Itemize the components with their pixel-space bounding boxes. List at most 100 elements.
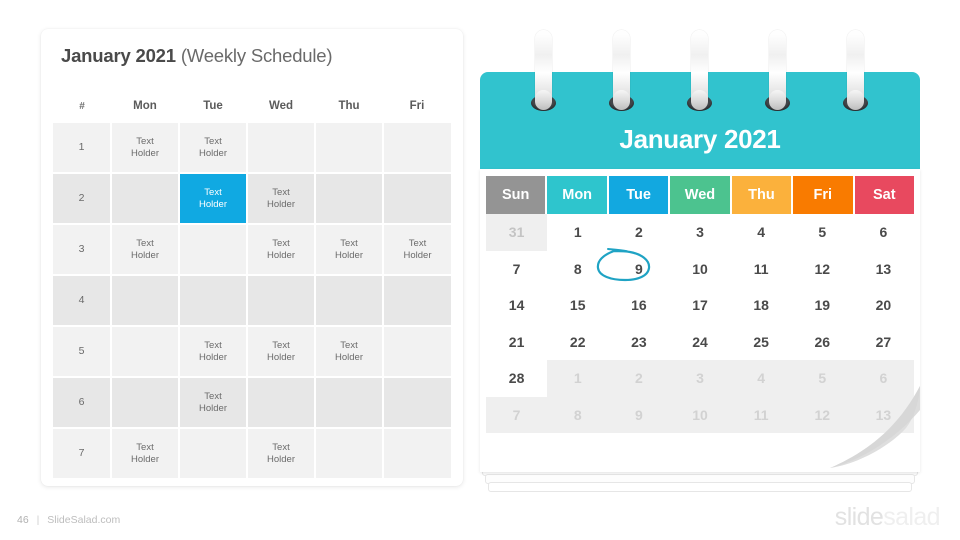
calendar-date-cell[interactable]: 1 <box>547 214 608 251</box>
calendar-date-cell[interactable]: 21 <box>486 324 547 361</box>
calendar-date-cell[interactable]: 20 <box>853 287 914 324</box>
calendar-date-cell[interactable]: 6 <box>853 214 914 251</box>
schedule-cell[interactable] <box>111 173 180 225</box>
calendar-date-cell[interactable]: 13 <box>853 251 914 288</box>
calendar-day-header-mon: Mon <box>547 176 607 214</box>
calendar-date-cell[interactable]: 6 <box>852 360 914 397</box>
schedule-cell[interactable]: Text Holder <box>247 428 316 480</box>
schedule-cell[interactable]: Text Holder <box>315 326 384 378</box>
calendar-date-cell[interactable]: 14 <box>486 287 547 324</box>
footer-site: SlideSalad.com <box>47 514 121 526</box>
calendar-date-cell[interactable]: 11 <box>730 396 792 433</box>
schedule-cell[interactable] <box>315 123 384 174</box>
calendar-date-cell[interactable]: 12 <box>792 251 853 288</box>
calendar-date-cell[interactable]: 22 <box>547 324 608 361</box>
logo-part-salad: salad <box>883 503 940 531</box>
schedule-cell[interactable] <box>111 326 180 378</box>
calendar-date-label: 3 <box>696 224 704 241</box>
calendar-date-cell[interactable]: 7 <box>486 251 547 288</box>
calendar-date-cell[interactable]: 27 <box>853 324 914 361</box>
calendar-date-cell[interactable]: 17 <box>669 287 730 324</box>
calendar-date-cell[interactable]: 18 <box>731 287 792 324</box>
calendar-date-cell[interactable]: 3 <box>669 360 731 397</box>
schedule-cell[interactable] <box>247 377 316 429</box>
schedule-cell[interactable] <box>383 326 451 378</box>
calendar-date-cell[interactable]: 19 <box>792 287 853 324</box>
schedule-row-index: 4 <box>53 275 112 327</box>
schedule-cell[interactable]: Text Holder <box>179 326 248 378</box>
schedule-table-body: 1 Text Holder Text Holder 2 Text Holder Text Hold… <box>53 123 451 480</box>
schedule-cell[interactable]: Text Holder <box>383 224 451 276</box>
schedule-cell[interactable] <box>111 275 180 327</box>
schedule-cell[interactable]: Text Holder <box>179 377 248 429</box>
calendar-date-cell[interactable]: 3 <box>669 214 730 251</box>
calendar-date-cell[interactable]: 9 <box>597 247 669 288</box>
schedule-cell[interactable] <box>247 123 316 174</box>
schedule-col-header-num: # <box>79 100 85 112</box>
calendar-date-cell[interactable]: 25 <box>731 324 792 361</box>
schedule-cell[interactable] <box>315 173 384 225</box>
calendar-date-cell[interactable]: 2 <box>608 214 669 251</box>
calendar-date-cell[interactable]: 2 <box>608 360 670 397</box>
schedule-row: 2 Text Holder Text Holder <box>53 173 451 225</box>
calendar-date-label: 26 <box>814 333 831 350</box>
schedule-cell[interactable]: Text Holder <box>179 173 248 225</box>
schedule-cell[interactable] <box>179 428 248 480</box>
schedule-cell[interactable]: Text Holder <box>247 326 316 378</box>
calendar-date-cell[interactable]: 12 <box>791 396 853 433</box>
calendar-date-cell[interactable]: 28 <box>486 360 548 397</box>
calendar-date-cell[interactable]: 31 <box>486 214 548 251</box>
calendar-date-label: 22 <box>569 333 586 350</box>
schedule-cell[interactable] <box>383 428 451 480</box>
calendar-date-cell[interactable]: 23 <box>608 324 669 361</box>
schedule-cell[interactable]: Text Holder <box>111 224 180 276</box>
calendar-date-label: 3 <box>696 370 704 387</box>
schedule-cell[interactable]: Text Holder <box>315 224 384 276</box>
schedule-cell[interactable] <box>383 173 451 225</box>
calendar-date-label: 14 <box>508 297 525 314</box>
calendar-date-cell[interactable]: 4 <box>730 360 792 397</box>
schedule-cell[interactable] <box>179 224 248 276</box>
calendar-date-label: 16 <box>631 297 647 314</box>
calendar-date-cell[interactable]: 8 <box>547 251 608 288</box>
calendar-date-cell[interactable]: 7 <box>486 396 548 433</box>
calendar-date-label: 4 <box>757 224 766 241</box>
calendar-month-title: January 2021 <box>619 124 781 154</box>
schedule-cell[interactable] <box>247 275 316 327</box>
calendar-header-band: January 2021 <box>480 72 920 169</box>
calendar-date-cell[interactable]: 24 <box>669 324 730 361</box>
calendar-date-cell[interactable]: 4 <box>731 214 792 251</box>
calendar-day-header-wed: Wed <box>670 176 730 214</box>
schedule-cell[interactable] <box>315 275 384 327</box>
schedule-cell[interactable] <box>315 377 384 429</box>
schedule-row-index: 7 <box>53 428 112 480</box>
calendar-date-label: 15 <box>569 297 586 314</box>
calendar-date-cell[interactable]: 15 <box>547 287 608 324</box>
calendar-date-cell[interactable]: 10 <box>669 396 731 433</box>
calendar-date-label: 7 <box>512 260 521 277</box>
calendar-date-cell[interactable]: 8 <box>547 396 609 433</box>
schedule-cell[interactable] <box>383 123 451 174</box>
calendar-date-cell[interactable]: 10 <box>669 251 730 288</box>
schedule-cell[interactable] <box>315 428 384 480</box>
schedule-cell[interactable] <box>383 275 451 327</box>
schedule-cell[interactable]: Text Holder <box>247 173 316 225</box>
schedule-cell[interactable]: Text Holder <box>247 224 316 276</box>
schedule-col-header-wed: Wed <box>268 100 294 112</box>
calendar-date-cell[interactable]: 26 <box>792 324 853 361</box>
schedule-cell[interactable]: Text Holder <box>111 123 180 174</box>
schedule-cell[interactable] <box>179 275 248 327</box>
calendar-date-label: 31 <box>508 224 525 241</box>
schedule-cell[interactable] <box>111 377 180 429</box>
calendar-date-cell[interactable]: 5 <box>791 360 853 397</box>
calendar-date-cell[interactable]: 1 <box>547 360 609 397</box>
calendar-date-cell[interactable]: 11 <box>731 251 792 288</box>
calendar-date-cell[interactable]: 5 <box>792 214 853 251</box>
calendar-date-cell[interactable]: 16 <box>608 287 669 324</box>
schedule-cell[interactable]: Text Holder <box>179 123 248 174</box>
schedule-cell[interactable]: Text Holder <box>111 428 180 480</box>
calendar-date-cell[interactable]: 9 <box>608 396 670 433</box>
schedule-cell[interactable] <box>383 377 451 429</box>
weekly-schedule-card: January 2021 (Weekly Schedule) # Mon Tue We… <box>41 29 463 486</box>
calendar-date-cell[interactable]: 13 <box>852 396 914 433</box>
